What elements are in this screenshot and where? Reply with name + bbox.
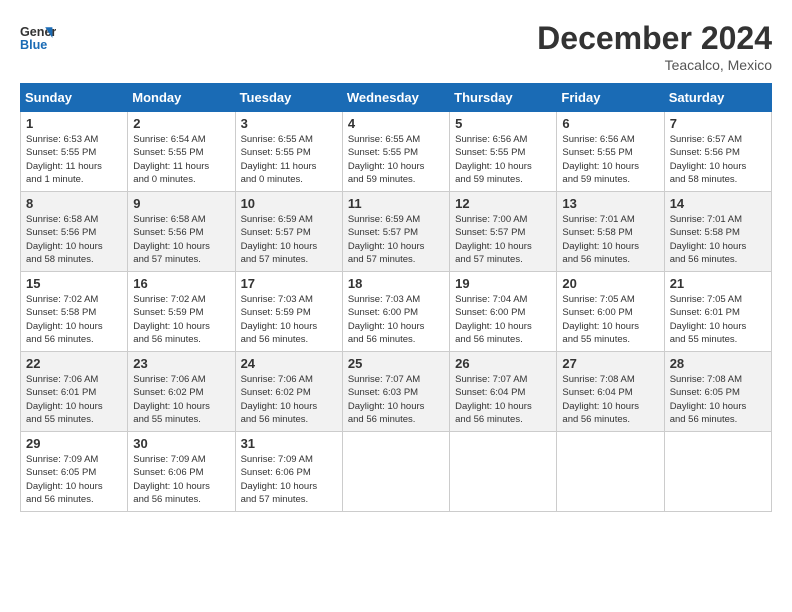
table-row: 10Sunrise: 6:59 AMSunset: 5:57 PMDayligh… <box>235 192 342 272</box>
table-row: 5Sunrise: 6:56 AMSunset: 5:55 PMDaylight… <box>450 112 557 192</box>
table-row: 23Sunrise: 7:06 AMSunset: 6:02 PMDayligh… <box>128 352 235 432</box>
col-sunday: Sunday <box>21 84 128 112</box>
table-row: 28Sunrise: 7:08 AMSunset: 6:05 PMDayligh… <box>664 352 771 432</box>
table-row: 16Sunrise: 7:02 AMSunset: 5:59 PMDayligh… <box>128 272 235 352</box>
month-title: December 2024 <box>537 20 772 57</box>
table-row: 1Sunrise: 6:53 AMSunset: 5:55 PMDaylight… <box>21 112 128 192</box>
title-block: December 2024 Teacalco, Mexico <box>537 20 772 73</box>
table-row: 14Sunrise: 7:01 AMSunset: 5:58 PMDayligh… <box>664 192 771 272</box>
table-row: 11Sunrise: 6:59 AMSunset: 5:57 PMDayligh… <box>342 192 449 272</box>
table-row: 4Sunrise: 6:55 AMSunset: 5:55 PMDaylight… <box>342 112 449 192</box>
table-row: 31Sunrise: 7:09 AMSunset: 6:06 PMDayligh… <box>235 432 342 512</box>
col-tuesday: Tuesday <box>235 84 342 112</box>
col-wednesday: Wednesday <box>342 84 449 112</box>
table-row: 12Sunrise: 7:00 AMSunset: 5:57 PMDayligh… <box>450 192 557 272</box>
table-row <box>342 432 449 512</box>
location-subtitle: Teacalco, Mexico <box>537 57 772 73</box>
table-row: 3Sunrise: 6:55 AMSunset: 5:55 PMDaylight… <box>235 112 342 192</box>
calendar-table: Sunday Monday Tuesday Wednesday Thursday… <box>20 83 772 512</box>
table-row <box>664 432 771 512</box>
table-row: 13Sunrise: 7:01 AMSunset: 5:58 PMDayligh… <box>557 192 664 272</box>
table-row: 27Sunrise: 7:08 AMSunset: 6:04 PMDayligh… <box>557 352 664 432</box>
table-row: 20Sunrise: 7:05 AMSunset: 6:00 PMDayligh… <box>557 272 664 352</box>
table-row: 25Sunrise: 7:07 AMSunset: 6:03 PMDayligh… <box>342 352 449 432</box>
logo-icon: General Blue <box>20 20 56 56</box>
col-monday: Monday <box>128 84 235 112</box>
col-friday: Friday <box>557 84 664 112</box>
table-row: 26Sunrise: 7:07 AMSunset: 6:04 PMDayligh… <box>450 352 557 432</box>
col-saturday: Saturday <box>664 84 771 112</box>
table-row: 21Sunrise: 7:05 AMSunset: 6:01 PMDayligh… <box>664 272 771 352</box>
table-row <box>450 432 557 512</box>
table-row: 22Sunrise: 7:06 AMSunset: 6:01 PMDayligh… <box>21 352 128 432</box>
table-row: 29Sunrise: 7:09 AMSunset: 6:05 PMDayligh… <box>21 432 128 512</box>
table-row <box>557 432 664 512</box>
table-row: 8Sunrise: 6:58 AMSunset: 5:56 PMDaylight… <box>21 192 128 272</box>
table-row: 9Sunrise: 6:58 AMSunset: 5:56 PMDaylight… <box>128 192 235 272</box>
table-row: 2Sunrise: 6:54 AMSunset: 5:55 PMDaylight… <box>128 112 235 192</box>
table-row: 7Sunrise: 6:57 AMSunset: 5:56 PMDaylight… <box>664 112 771 192</box>
svg-text:Blue: Blue <box>20 38 47 52</box>
page-header: General Blue December 2024 Teacalco, Mex… <box>20 20 772 73</box>
table-row: 30Sunrise: 7:09 AMSunset: 6:06 PMDayligh… <box>128 432 235 512</box>
logo: General Blue <box>20 20 56 56</box>
header-row: Sunday Monday Tuesday Wednesday Thursday… <box>21 84 772 112</box>
table-row: 19Sunrise: 7:04 AMSunset: 6:00 PMDayligh… <box>450 272 557 352</box>
table-row: 24Sunrise: 7:06 AMSunset: 6:02 PMDayligh… <box>235 352 342 432</box>
table-row: 15Sunrise: 7:02 AMSunset: 5:58 PMDayligh… <box>21 272 128 352</box>
table-row: 17Sunrise: 7:03 AMSunset: 5:59 PMDayligh… <box>235 272 342 352</box>
table-row: 18Sunrise: 7:03 AMSunset: 6:00 PMDayligh… <box>342 272 449 352</box>
table-row: 6Sunrise: 6:56 AMSunset: 5:55 PMDaylight… <box>557 112 664 192</box>
col-thursday: Thursday <box>450 84 557 112</box>
